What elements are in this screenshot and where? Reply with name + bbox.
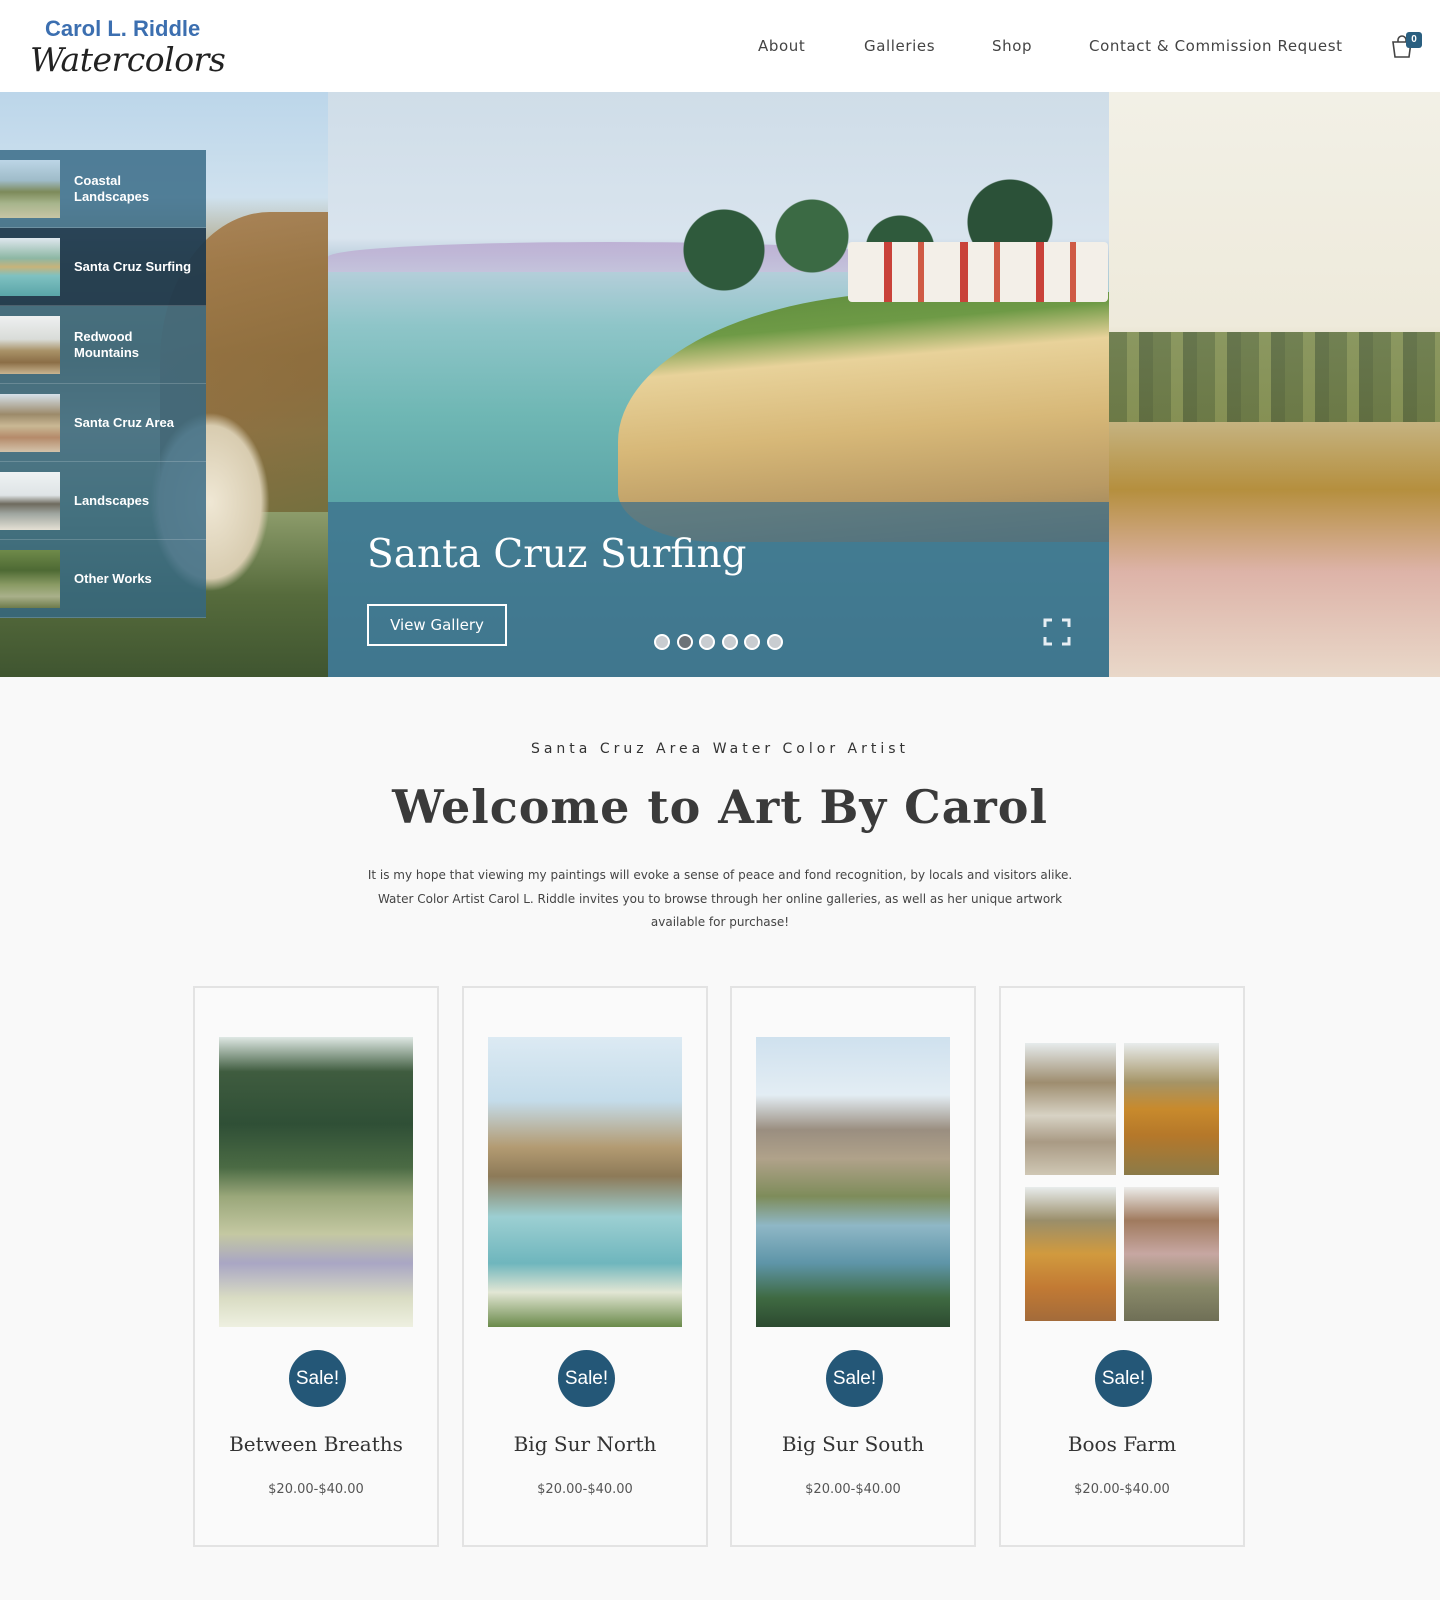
product-card[interactable]: Sale! Big Sur North $20.00-$40.00 [462, 986, 708, 1547]
fullscreen-icon[interactable] [1043, 618, 1071, 646]
gallery-menu-item-other-works[interactable]: Other Works [0, 540, 206, 618]
gallery-menu-label: Santa Cruz Area [74, 415, 174, 430]
cart-count-badge: 0 [1406, 32, 1422, 48]
gallery-menu-item-santa-cruz-surfing[interactable]: Santa Cruz Surfing [0, 228, 206, 306]
slide-title: Santa Cruz Surfing [367, 532, 747, 577]
product-price: $20.00-$40.00 [268, 1482, 364, 1497]
slide-dot[interactable] [654, 634, 670, 650]
nav-contact[interactable]: Contact & Commission Request [1089, 37, 1343, 55]
logo-script: Watercolors [30, 40, 226, 79]
nav-shop[interactable]: Shop [992, 37, 1032, 55]
product-card[interactable]: Sale! Boos Farm $20.00-$40.00 [999, 986, 1245, 1547]
gallery-menu: Coastal Landscapes Santa Cruz Surfing Re… [0, 150, 206, 618]
gallery-thumbnail [0, 160, 60, 218]
gallery-menu-item-coastal-landscapes[interactable]: Coastal Landscapes [0, 150, 206, 228]
gallery-menu-label: Coastal Landscapes [74, 173, 150, 204]
slider-pagination [654, 634, 789, 652]
product-image[interactable] [1025, 1037, 1219, 1327]
product-price: $20.00-$40.00 [537, 1482, 633, 1497]
slide-caption-panel: Santa Cruz Surfing View Gallery [328, 502, 1109, 677]
gallery-menu-label: Other Works [74, 571, 152, 586]
gallery-thumbnail [0, 394, 60, 452]
site-header: Carol L. Riddle Watercolors About Galler… [0, 0, 1440, 92]
product-image[interactable] [488, 1037, 682, 1327]
product-title[interactable]: Big Sur North [464, 1432, 706, 1456]
slide-dot[interactable] [699, 634, 715, 650]
product-title[interactable]: Boos Farm [1001, 1432, 1243, 1456]
current-slide: Santa Cruz Surfing View Gallery [328, 92, 1109, 677]
gallery-menu-label: Landscapes [74, 493, 150, 508]
gallery-menu-label: Santa Cruz Surfing [74, 259, 192, 274]
slide-dot[interactable] [721, 634, 738, 650]
product-image[interactable] [219, 1037, 413, 1327]
sale-badge: Sale! [289, 1350, 346, 1407]
product-price: $20.00-$40.00 [805, 1482, 901, 1497]
gallery-thumbnail [0, 238, 60, 296]
nav-galleries[interactable]: Galleries [864, 37, 935, 55]
gallery-thumbnail [0, 472, 60, 530]
nav-about[interactable]: About [758, 37, 805, 55]
product-card[interactable]: Sale! Between Breaths $20.00-$40.00 [193, 986, 439, 1547]
sale-badge: Sale! [1095, 1350, 1152, 1407]
slide-dot[interactable] [766, 634, 783, 650]
gallery-menu-item-santa-cruz-area[interactable]: Santa Cruz Area [0, 384, 206, 462]
slide-dot[interactable] [676, 634, 693, 650]
site-logo[interactable]: Carol L. Riddle Watercolors [30, 14, 226, 79]
sale-badge: Sale! [558, 1350, 615, 1407]
next-slide-preview[interactable] [1109, 92, 1440, 677]
product-card[interactable]: Sale! Big Sur South $20.00-$40.00 [730, 986, 976, 1547]
gallery-menu-label: Redwood Mountains [74, 329, 139, 360]
view-gallery-button[interactable]: View Gallery [367, 604, 507, 646]
product-title[interactable]: Big Sur South [732, 1432, 974, 1456]
gallery-thumbnail [0, 316, 60, 374]
product-image[interactable] [756, 1037, 950, 1327]
intro-kicker: Santa Cruz Area Water Color Artist [530, 741, 910, 757]
logo-name: Carol L. Riddle [45, 16, 201, 41]
slide-dot[interactable] [744, 634, 760, 650]
page-title: Welcome to Art By Carol [392, 780, 1048, 834]
gallery-menu-item-landscapes[interactable]: Landscapes [0, 462, 206, 540]
gallery-menu-item-redwood-mountains[interactable]: Redwood Mountains [0, 306, 206, 384]
product-price: $20.00-$40.00 [1074, 1482, 1170, 1497]
product-title[interactable]: Between Breaths [195, 1432, 437, 1456]
intro-text: It is my hope that viewing my paintings … [367, 868, 1073, 929]
hero-slider: Santa Cruz Surfing View Gallery Coastal … [0, 92, 1440, 677]
gallery-thumbnail [0, 550, 60, 608]
sale-badge: Sale! [826, 1350, 883, 1407]
